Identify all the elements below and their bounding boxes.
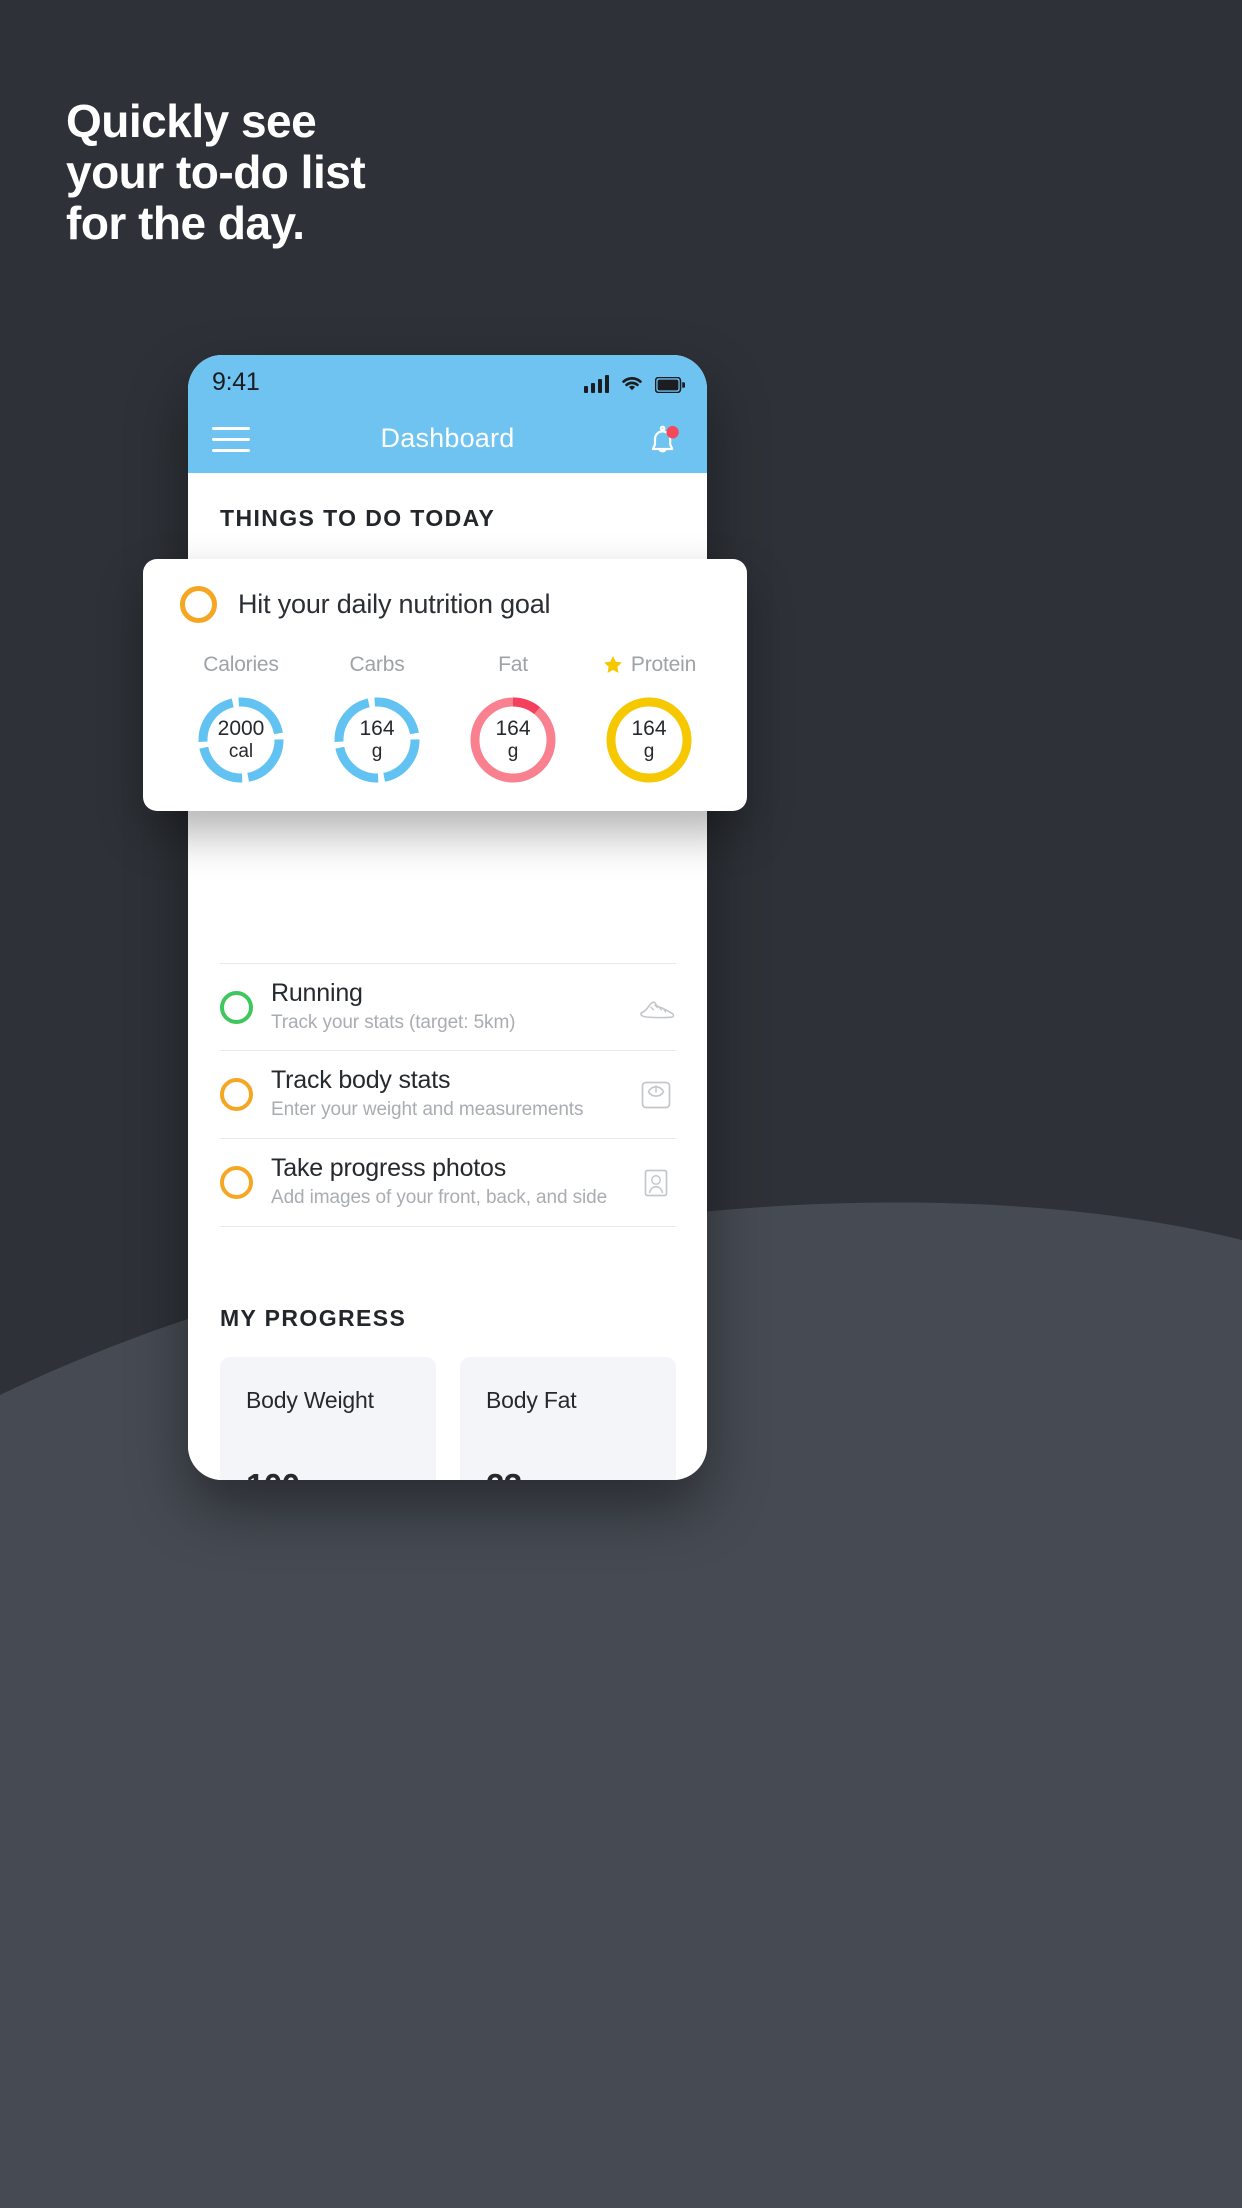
app-bar: Dashboard xyxy=(188,407,707,473)
task-title: Track body stats xyxy=(271,1066,451,1094)
task-text: Take progress photos Add images of your … xyxy=(271,1153,636,1212)
task-list: Running Track your stats (target: 5km) T… xyxy=(220,963,676,1227)
star-icon xyxy=(604,656,622,673)
task-checkbox-ring[interactable] xyxy=(220,1166,253,1199)
macro-protein[interactable]: Protein 164 g xyxy=(581,651,717,787)
macro-label: Fat xyxy=(498,653,528,676)
status-bar-clock: 9:41 xyxy=(212,368,260,396)
macro-ring-protein: 164 g xyxy=(602,693,696,787)
macro-calories[interactable]: Calories 2000 cal xyxy=(173,651,309,787)
section-title-things-to-do: THINGS TO DO TODAY xyxy=(220,505,496,531)
wifi-icon xyxy=(622,377,642,391)
macro-ring-calories: 2000 cal xyxy=(194,693,288,787)
task-title: Running xyxy=(271,978,363,1007)
progress-card-value: 23 % xyxy=(486,1467,546,1480)
progress-card-body-weight[interactable]: Body Weight 100 kg xyxy=(220,1357,436,1480)
macro-label: Calories xyxy=(203,653,279,676)
macro-value-wrap: 164 g xyxy=(330,693,424,787)
nutrition-checkbox-ring[interactable] xyxy=(180,586,217,623)
macro-fat[interactable]: Fat 164 g xyxy=(445,651,581,787)
battery-icon xyxy=(655,377,685,393)
macro-value: 164 xyxy=(631,717,667,740)
task-row[interactable]: Running Track your stats (target: 5km) xyxy=(220,963,676,1051)
macro-ring-list: Calories 2000 cal Carbs 164 g Fat 164 g … xyxy=(173,651,717,787)
nutrition-card-title: Hit your daily nutrition goal xyxy=(238,589,551,619)
macro-value: 164 xyxy=(495,717,531,740)
bell-icon xyxy=(651,425,679,453)
macro-value: 164 xyxy=(359,717,395,740)
status-bar-icons xyxy=(584,371,685,393)
progress-card-number: 23 xyxy=(486,1467,522,1480)
macro-unit: cal xyxy=(228,741,254,762)
macro-unit: g xyxy=(643,741,655,762)
progress-card-number: 100 xyxy=(246,1467,300,1480)
status-bar: 9:41 xyxy=(188,355,707,407)
nutrition-card-header: Hit your daily nutrition goal xyxy=(180,586,551,623)
macro-ring-fat: 164 g xyxy=(466,693,560,787)
macro-label-wrap: Calories xyxy=(203,651,279,679)
nutrition-goal-card: Hit your daily nutrition goal Calories 2… xyxy=(143,559,747,811)
task-subtitle: Enter your weight and measurements xyxy=(271,1099,584,1120)
macro-label: Protein xyxy=(630,653,697,676)
macro-label: Carbs xyxy=(349,653,405,676)
macro-unit: g xyxy=(371,741,383,762)
task-checkbox-ring[interactable] xyxy=(220,1078,253,1111)
macro-carbs[interactable]: Carbs 164 g xyxy=(309,651,445,787)
macro-value-wrap: 2000 cal xyxy=(194,693,288,787)
macro-unit: g xyxy=(507,741,519,762)
macro-value-wrap: 164 g xyxy=(466,693,560,787)
page-headline: Quickly see your to-do list for the day. xyxy=(66,95,366,249)
task-text: Track body stats Enter your weight and m… xyxy=(271,1065,636,1124)
macro-value-wrap: 164 g xyxy=(602,693,696,787)
running-shoe-icon xyxy=(640,1001,675,1019)
progress-card-value: 100 kg xyxy=(246,1467,327,1480)
progress-card-title: Body Weight xyxy=(246,1387,374,1413)
task-subtitle: Add images of your front, back, and side xyxy=(271,1187,608,1208)
macro-ring-carbs: 164 g xyxy=(330,693,424,787)
task-checkbox-ring[interactable] xyxy=(220,990,253,1024)
scale-icon xyxy=(641,1081,671,1108)
phone-mockup: 9:41 Dashboard THINGS TO DO TODAY Runnin… xyxy=(188,355,707,1480)
task-row[interactable]: Track body stats Enter your weight and m… xyxy=(220,1051,676,1139)
section-title-my-progress: MY PROGRESS xyxy=(220,1305,407,1331)
macro-label-wrap: Fat xyxy=(498,651,528,679)
progress-card-title: Body Fat xyxy=(486,1387,577,1413)
task-row[interactable]: Take progress photos Add images of your … xyxy=(220,1139,676,1227)
task-text: Running Track your stats (target: 5km) xyxy=(271,978,636,1037)
macro-value: 2000 xyxy=(217,717,265,740)
signal-bars-icon xyxy=(584,375,609,393)
notification-button[interactable] xyxy=(639,419,685,463)
progress-card-body-fat[interactable]: Body Fat 23 % xyxy=(460,1357,676,1480)
task-title: Take progress photos xyxy=(271,1154,507,1182)
photo-person-icon xyxy=(644,1169,668,1196)
task-subtitle: Track your stats (target: 5km) xyxy=(271,1011,516,1033)
progress-card-list: Body Weight 100 kg Bo xyxy=(220,1357,676,1480)
page-title: Dashboard xyxy=(380,423,515,453)
macro-label-wrap: Carbs xyxy=(349,651,404,679)
macro-label-wrap: Protein xyxy=(602,651,696,679)
notification-badge-dot xyxy=(666,426,679,439)
